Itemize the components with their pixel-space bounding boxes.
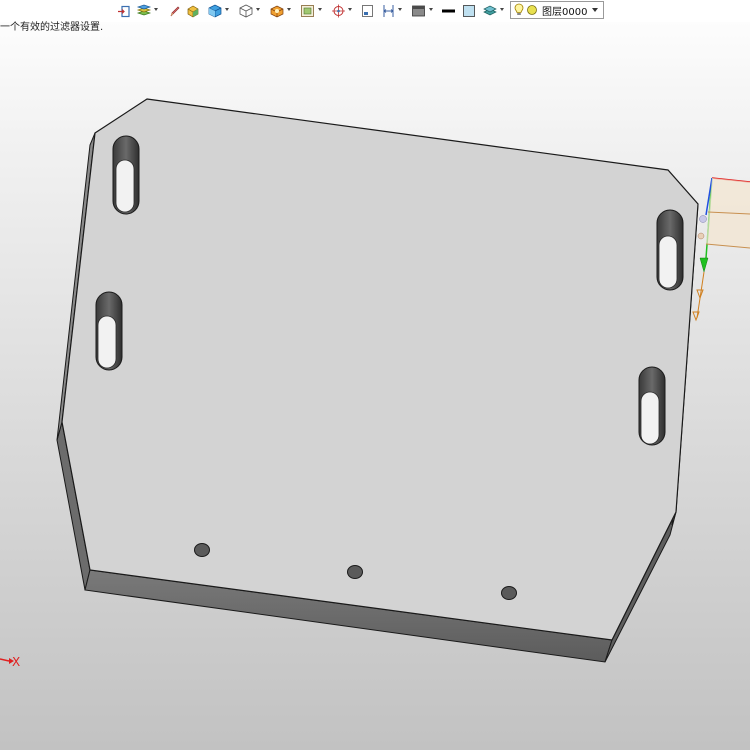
fill-color-icon[interactable] — [461, 3, 476, 19]
slot-hole-lower-right — [638, 366, 666, 446]
display-style-icon[interactable] — [410, 3, 426, 19]
layer-color-icon[interactable] — [526, 1, 538, 20]
cad-application: X 图层0000 一个有效的过滤器设置. — [0, 0, 750, 750]
x-axis-label: X — [12, 655, 21, 669]
fit-view-dropdown-arrow[interactable] — [318, 8, 322, 11]
dimension-icon[interactable] — [381, 3, 395, 19]
snap-dropdown-arrow[interactable] — [348, 8, 352, 11]
plate-top-face[interactable] — [61, 98, 699, 641]
round-hole-1 — [194, 543, 210, 557]
bulb-icon[interactable] — [514, 1, 524, 20]
layer-select[interactable]: 图层0000 — [510, 1, 604, 19]
layer-stack-dropdown-arrow[interactable] — [500, 8, 504, 11]
layer-filter-icon[interactable] — [136, 3, 152, 19]
solid-shade-icon[interactable] — [186, 3, 200, 19]
pen-sketch-icon[interactable] — [168, 3, 180, 19]
line-color-icon[interactable] — [441, 3, 456, 19]
import-icon[interactable] — [116, 3, 130, 19]
3d-viewport[interactable] — [0, 0, 750, 750]
slot-hole-top-right — [656, 209, 684, 291]
render-mode-dropdown-arrow[interactable] — [287, 8, 291, 11]
round-hole-3 — [501, 586, 517, 600]
layer-filter-dropdown-arrow[interactable] — [154, 8, 158, 11]
layer-select-value: 图层0000 — [542, 6, 588, 18]
view-cube-dropdown-arrow[interactable] — [225, 8, 229, 11]
display-style-dropdown-arrow[interactable] — [429, 8, 433, 11]
coordinate-manipulator[interactable] — [692, 177, 750, 322]
chevron-down-icon[interactable] — [592, 8, 598, 12]
status-message: 一个有效的过滤器设置. — [0, 22, 104, 33]
slot-hole-mid-left — [95, 291, 123, 371]
wireframe-dropdown-arrow[interactable] — [256, 8, 260, 11]
dimension-dropdown-arrow[interactable] — [398, 8, 402, 11]
wireframe-box-icon[interactable] — [237, 3, 253, 19]
view-cube-icon[interactable] — [206, 3, 222, 19]
sheet-view-icon[interactable] — [360, 3, 374, 19]
viewport-canvas[interactable] — [0, 0, 750, 750]
fit-view-icon[interactable] — [299, 3, 315, 19]
render-mode-icon[interactable] — [268, 3, 284, 19]
top-toolbar: 图层0000 — [0, 0, 750, 22]
layer-stack-icon[interactable] — [482, 3, 498, 19]
plate-model[interactable] — [56, 98, 699, 663]
snap-target-icon[interactable] — [330, 3, 346, 19]
slot-hole-top-left — [112, 135, 140, 215]
round-hole-2 — [347, 565, 363, 579]
